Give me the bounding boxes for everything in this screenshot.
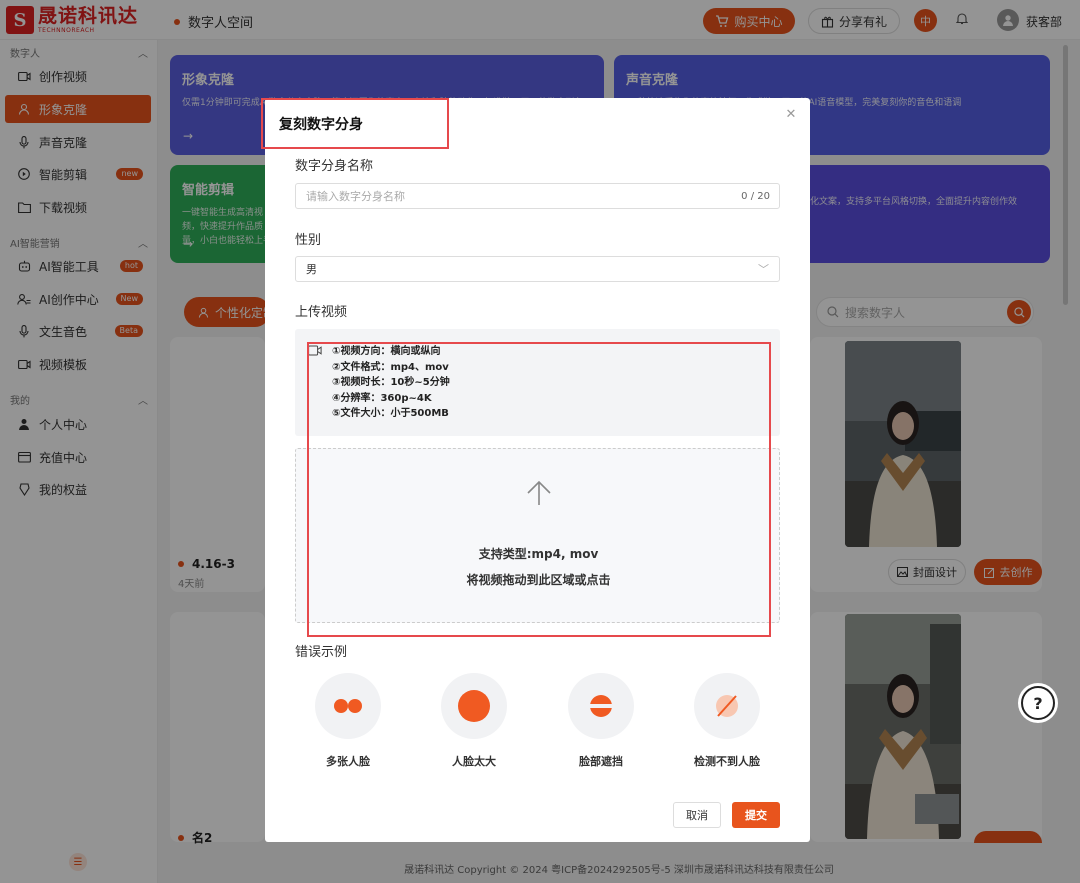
char-counter: 0 / 20 [741, 191, 770, 202]
help-icon[interactable]: ? [1021, 686, 1055, 720]
clone-avatar-dialog: 复刻数字分身 ✕ 数字分身名称 请输入数字分身名称 0 / 20 性别 男 ﹀ … [261, 98, 810, 842]
error-example: 检测不到人脸 [687, 673, 767, 769]
error-example-label: 人脸太大 [452, 755, 496, 768]
error-example: 脸部遮挡 [561, 673, 641, 769]
face-covered-icon [568, 673, 634, 739]
name-input[interactable]: 请输入数字分身名称 0 / 20 [295, 183, 780, 209]
upload-highlight-box [307, 342, 771, 637]
chevron-down-icon: ﹀ [758, 263, 769, 276]
upload-field-label: 上传视频 [295, 305, 348, 320]
submit-button[interactable]: 提交 [732, 802, 780, 828]
error-example: 多张人脸 [308, 673, 388, 769]
error-example-label: 脸部遮挡 [579, 755, 623, 768]
error-example-label: 多张人脸 [326, 755, 370, 768]
gender-select[interactable]: 男 ﹀ [295, 256, 780, 282]
error-example: 人脸太大 [434, 673, 514, 769]
gender-selected-value: 男 [306, 263, 317, 276]
face-too-large-icon [441, 673, 507, 739]
close-icon[interactable]: ✕ [784, 108, 798, 122]
error-example-label: 检测不到人脸 [694, 755, 760, 768]
name-input-placeholder: 请输入数字分身名称 [306, 190, 405, 203]
cancel-button[interactable]: 取消 [673, 802, 721, 828]
gender-field-label: 性别 [295, 233, 322, 248]
dialog-title: 复刻数字分身 [279, 117, 363, 133]
multiple-faces-icon [315, 673, 381, 739]
no-face-detected-icon [694, 673, 760, 739]
name-field-label: 数字分身名称 [295, 159, 374, 174]
app-root: S 晟诺科讯达 TECHNNOREACH 数字人空间 购买中心 分享有礼 中 获… [0, 0, 1080, 883]
error-examples-label: 错误示例 [295, 645, 348, 660]
